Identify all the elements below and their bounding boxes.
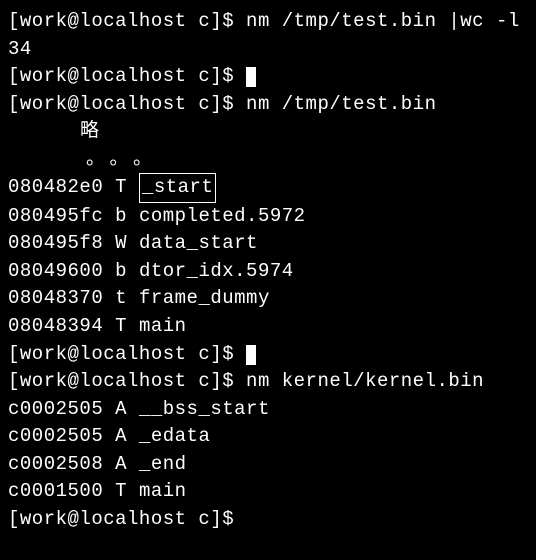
symbol-type: T	[115, 315, 127, 337]
cursor-block[interactable]	[246, 67, 256, 87]
symbol-address: 080495f8	[8, 232, 103, 254]
symbol-type: W	[115, 232, 127, 254]
shell-prompt: [work@localhost c]$	[8, 370, 246, 392]
symbol-type: b	[115, 260, 127, 282]
symbol-address: 08049600	[8, 260, 103, 282]
symbol-name: _edata	[139, 425, 210, 447]
terminal-line: [work@localhost c]$ nm /tmp/test.bin	[8, 91, 528, 119]
command-text: nm /tmp/test.bin	[246, 93, 436, 115]
symbol-name: _end	[139, 453, 187, 475]
command-text: nm /tmp/test.bin |wc -l	[246, 10, 520, 32]
nm-output-row: 080495fc b completed.5972	[8, 203, 528, 231]
terminal-line: [work@localhost c]$ nm /tmp/test.bin |wc…	[8, 8, 528, 36]
symbol-name: completed.5972	[139, 205, 306, 227]
symbol-type: T	[115, 480, 127, 502]
symbol-address: 080495fc	[8, 205, 103, 227]
nm-output-row: 080482e0 T _start	[8, 173, 528, 203]
shell-prompt: [work@localhost c]$	[8, 93, 246, 115]
nm-output-row: 08049600 b dtor_idx.5974	[8, 258, 528, 286]
nm-output-row: c0001500 T main	[8, 478, 528, 506]
symbol-type: A	[115, 425, 127, 447]
nm-output-row: c0002508 A _end	[8, 451, 528, 479]
terminal-line: [work@localhost c]$	[8, 341, 528, 369]
nm-output-row: c0002505 A __bss_start	[8, 396, 528, 424]
symbol-name: _start	[139, 173, 216, 203]
symbol-address: 080482e0	[8, 176, 103, 198]
terminal-line: [work@localhost c]$ nm kernel/kernel.bin	[8, 368, 528, 396]
symbol-address: 08048370	[8, 287, 103, 309]
output-line: 34	[8, 36, 528, 64]
terminal-line: [work@localhost c]$	[8, 63, 528, 91]
symbol-type: A	[115, 398, 127, 420]
symbol-name: main	[139, 480, 187, 502]
shell-prompt: [work@localhost c]$	[8, 10, 246, 32]
symbol-type: A	[115, 453, 127, 475]
symbol-name: frame_dummy	[139, 287, 270, 309]
symbol-name: __bss_start	[139, 398, 270, 420]
symbol-type: t	[115, 287, 127, 309]
shell-prompt: [work@localhost c]$	[8, 508, 246, 530]
shell-prompt: [work@localhost c]$	[8, 343, 246, 365]
nm-output-row: 08048370 t frame_dummy	[8, 285, 528, 313]
symbol-address: c0002505	[8, 425, 103, 447]
terminal-line: [work@localhost c]$	[8, 506, 528, 534]
symbol-type: b	[115, 205, 127, 227]
symbol-name: dtor_idx.5974	[139, 260, 294, 282]
symbol-name: main	[139, 315, 187, 337]
nm-output-row: 08048394 T main	[8, 313, 528, 341]
ellipsis-dots: 。。。	[86, 146, 528, 174]
symbol-type: T	[115, 176, 127, 198]
shell-prompt: [work@localhost c]$	[8, 65, 246, 87]
symbol-address: c0001500	[8, 480, 103, 502]
command-text: nm kernel/kernel.bin	[246, 370, 484, 392]
nm-output-row: c0002505 A _edata	[8, 423, 528, 451]
symbol-address: c0002508	[8, 453, 103, 475]
symbol-address: c0002505	[8, 398, 103, 420]
symbol-address: 08048394	[8, 315, 103, 337]
symbol-name: data_start	[139, 232, 258, 254]
nm-output-row: 080495f8 W data_start	[8, 230, 528, 258]
cursor-block[interactable]	[246, 345, 256, 365]
omitted-label: 略	[80, 118, 528, 146]
